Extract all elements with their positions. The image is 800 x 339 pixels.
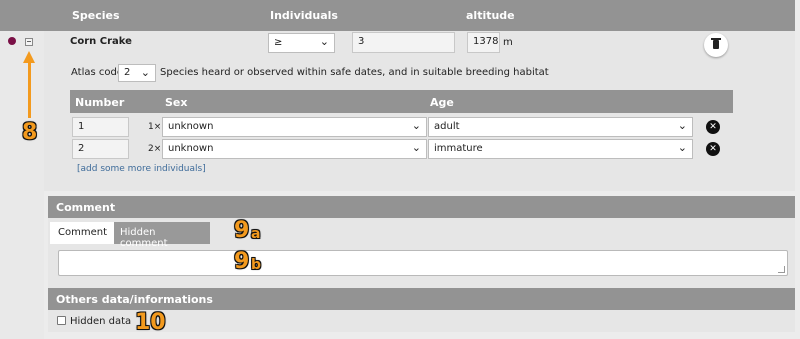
individuals-column-label: Individuals [270, 9, 338, 22]
species-color-dot-icon [8, 37, 16, 45]
collapse-toggle-icon[interactable] [25, 38, 33, 46]
comment-section-title: Comment [48, 196, 795, 218]
chevron-down-icon: ⌄ [677, 141, 687, 154]
comment-textarea[interactable] [58, 250, 788, 276]
tab-comment[interactable]: Comment [50, 222, 114, 244]
annotation-9a-number: 9 [234, 218, 250, 243]
row-1-sex-select[interactable]: unknown ⌄ [162, 117, 427, 137]
hidden-data-label: Hidden data [70, 316, 132, 327]
row-2-age-value: immature [434, 143, 483, 154]
row-2-sex-value: unknown [168, 143, 214, 154]
species-name: Corn Crake [70, 36, 132, 47]
atlas-code-value: 2 [124, 67, 131, 78]
number-column-label: Number [75, 96, 125, 109]
count-operator-value: ≥ [274, 37, 283, 48]
altitude-column-label: altitude [466, 9, 515, 22]
atlas-code-select[interactable]: 2 ⌄ [118, 64, 156, 82]
row-1-age-select[interactable]: adult ⌄ [428, 117, 693, 137]
chevron-down-icon: ⌄ [319, 35, 329, 48]
sex-column-label: Sex [165, 96, 188, 109]
column-header-bar: Species Individuals altitude [0, 0, 795, 31]
row-2-remove-icon[interactable]: ✕ [706, 142, 720, 156]
row-2-multiplier: 2× [148, 144, 162, 154]
add-individuals-link[interactable]: [add some more individuals] [77, 164, 206, 174]
tab-hidden-comment[interactable]: Hidden comment [114, 222, 210, 249]
atlas-code-label: Atlas code [71, 67, 123, 78]
species-column-label: Species [72, 9, 120, 22]
row-1-remove-icon[interactable]: ✕ [706, 120, 720, 134]
row-2-age-select[interactable]: immature ⌄ [428, 139, 693, 159]
annotation-10: 10 [135, 310, 166, 335]
others-section-title: Others data/informations [48, 288, 795, 310]
row-1-age-value: adult [434, 121, 460, 132]
annotation-9b-number: 9 [234, 249, 250, 274]
annotation-9b-letter: b [251, 257, 262, 273]
row-2-sex-select[interactable]: unknown ⌄ [162, 139, 427, 159]
age-column-label: Age [430, 96, 454, 109]
row-1-multiplier: 1× [148, 122, 162, 132]
altitude-input[interactable]: 1378 [467, 32, 500, 53]
delete-trash-icon[interactable] [704, 33, 728, 57]
row-2-number-input[interactable]: 2 [72, 139, 129, 159]
chevron-down-icon: ⌄ [140, 66, 150, 79]
atlas-code-description: Species heard or observed within safe da… [160, 67, 549, 78]
altitude-unit: m [503, 37, 513, 48]
annotation-8: 8 [22, 120, 38, 145]
chevron-down-icon: ⌄ [411, 141, 421, 154]
details-table-header: Number Sex Age [70, 90, 733, 113]
row-1-sex-value: unknown [168, 121, 214, 132]
count-operator-select[interactable]: ≥ ⌄ [268, 33, 335, 53]
hidden-data-checkbox[interactable] [57, 316, 66, 325]
chevron-down-icon: ⌄ [411, 119, 421, 132]
count-input[interactable]: 3 [352, 32, 455, 53]
annotation-arrow-shaft [28, 62, 31, 118]
chevron-down-icon: ⌄ [677, 119, 687, 132]
annotation-9a-letter: a [251, 226, 261, 242]
left-gutter [0, 31, 44, 339]
row-1-number-input[interactable]: 1 [72, 117, 129, 137]
